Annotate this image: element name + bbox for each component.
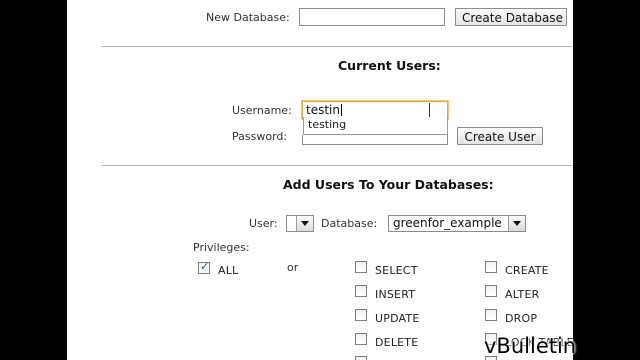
update-privilege-label: UPDATE — [375, 312, 420, 325]
text-caret — [340, 104, 342, 116]
select-privilege-checkbox[interactable] — [355, 261, 367, 273]
chevron-down-icon — [296, 216, 313, 231]
alter-privilege-label: ALTER — [505, 288, 540, 301]
database-select-value: greenfor_example — [393, 216, 502, 230]
create-privilege-label: CREATE — [505, 264, 549, 277]
new-database-label: New Database: — [206, 11, 290, 24]
privileges-label: Privileges: — [193, 241, 250, 254]
or-label: or — [287, 261, 299, 274]
insert-privilege-checkbox[interactable] — [355, 285, 367, 297]
password-input[interactable] — [302, 135, 448, 145]
divider — [101, 46, 573, 47]
cpanel-mysql-panel: New Database: Create Database Current Us… — [67, 0, 573, 360]
all-privileges-checkbox[interactable] — [198, 260, 210, 274]
chevron-down-icon — [508, 216, 525, 231]
username-label: Username: — [232, 104, 292, 117]
alter-privilege-checkbox[interactable] — [485, 285, 497, 297]
vbulletin-watermark: vBulletin — [484, 334, 577, 358]
insert-privilege-label: INSERT — [375, 288, 416, 301]
delete-privilege-label: DELETE — [375, 336, 419, 349]
username-value: testin — [306, 103, 340, 117]
divider — [101, 165, 573, 166]
user-label: User: — [249, 217, 278, 230]
database-select[interactable]: greenfor_example — [388, 215, 526, 232]
drop-privilege-label: DROP — [505, 312, 538, 325]
database-label: Database: — [321, 217, 378, 230]
all-privileges-label: ALL — [218, 264, 239, 277]
autocomplete-suggestion[interactable]: testing — [303, 117, 448, 135]
create-user-button[interactable]: Create User — [457, 127, 543, 145]
select-privilege-label: SELECT — [375, 264, 418, 277]
privilege-checkbox[interactable] — [355, 356, 367, 360]
drop-privilege-checkbox[interactable] — [485, 309, 497, 321]
current-users-heading: Current Users: — [338, 58, 441, 73]
create-database-button[interactable]: Create Database — [455, 8, 567, 26]
delete-privilege-checkbox[interactable] — [355, 333, 367, 345]
create-privilege-checkbox[interactable] — [485, 261, 497, 273]
add-users-heading: Add Users To Your Databases: — [283, 177, 494, 192]
new-database-input[interactable] — [299, 8, 445, 26]
ibeam-cursor-icon — [429, 103, 430, 117]
update-privilege-checkbox[interactable] — [355, 309, 367, 321]
password-label: Password: — [232, 130, 288, 143]
user-select[interactable] — [286, 215, 314, 232]
